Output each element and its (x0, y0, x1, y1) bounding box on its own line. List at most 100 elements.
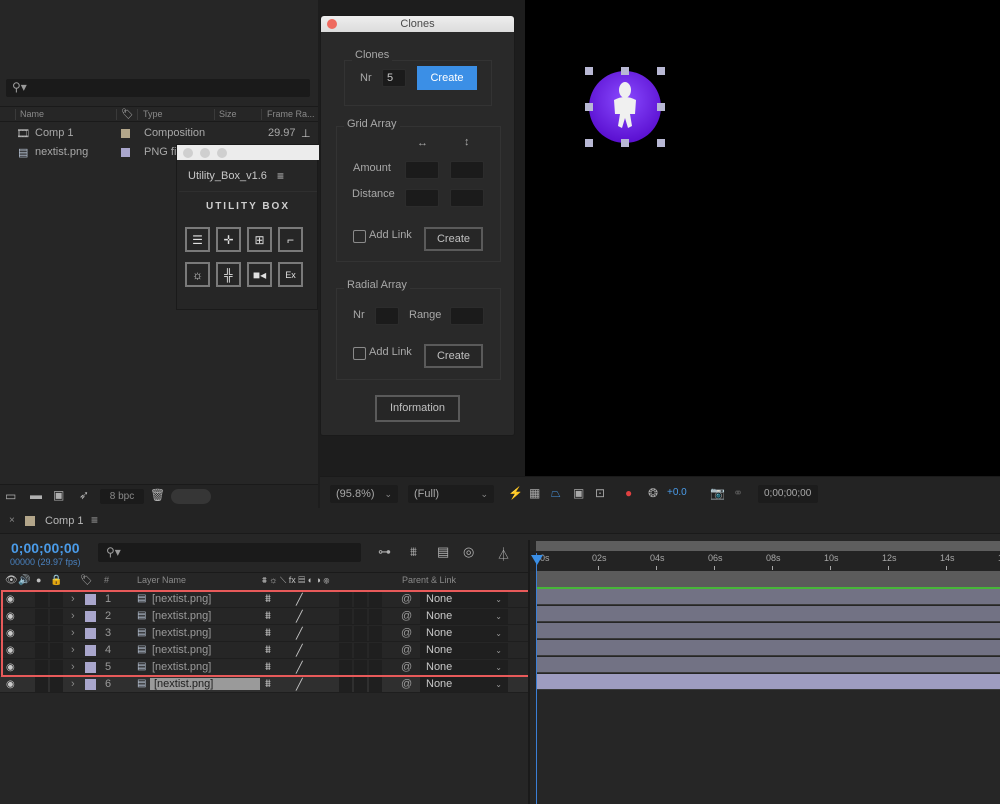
transform-handle[interactable] (585, 67, 593, 75)
layer-duration-bar[interactable] (536, 589, 1000, 605)
solo-toggle[interactable] (35, 677, 48, 692)
quality-switch-icon[interactable]: ╱ (296, 678, 303, 691)
solo-icon[interactable]: ● (36, 575, 41, 585)
close-button[interactable] (183, 148, 193, 158)
color-management-icon[interactable]: ❂ (648, 486, 658, 500)
interpret-footage-icon[interactable]: ▭ (5, 489, 16, 503)
close-icon[interactable]: × (9, 515, 15, 526)
project-search-input[interactable]: ⚲▾ (6, 79, 310, 97)
layer-duration-bar[interactable] (536, 623, 1000, 639)
layer-label-swatch[interactable] (85, 679, 96, 690)
layer-duration-bar[interactable] (536, 657, 1000, 673)
amount-vertical-input[interactable] (450, 161, 484, 179)
thumbnail-size-slider[interactable] (171, 489, 211, 504)
clones-nr-input[interactable]: 5 (382, 69, 406, 87)
shy-layers-icon[interactable]: ⩩ (410, 544, 417, 560)
layer-row[interactable]: ◉ › 6 ▤ [nextist.png] ⩩ ╱ @ None ⌄ (0, 676, 528, 693)
transform-handle[interactable] (585, 103, 593, 111)
radial-nr-input[interactable] (375, 307, 399, 325)
grid-create-button[interactable]: Create (424, 227, 483, 251)
zoom-button[interactable] (217, 148, 227, 158)
snapshot-icon[interactable]: 📷 (710, 486, 725, 500)
grid-icon[interactable]: ⊞ (247, 227, 272, 252)
lock-icon[interactable]: 🔒 (50, 575, 62, 586)
fast-previews-icon[interactable]: ⚡ (508, 486, 523, 500)
distance-horizontal-input[interactable] (405, 189, 439, 207)
work-area-bar[interactable] (536, 541, 1000, 551)
frame-blending-icon[interactable]: ▤ (437, 544, 449, 560)
tab-comp-1[interactable]: Comp 1 (45, 515, 84, 527)
clones-titlebar[interactable]: Clones (321, 16, 514, 32)
grid-guides-icon[interactable]: ⊡ (595, 486, 605, 500)
label-swatch[interactable] (121, 148, 130, 157)
resolution-select[interactable]: (Full) ⌄ (408, 485, 494, 503)
transform-handle[interactable] (657, 67, 665, 75)
transform-handle[interactable] (585, 139, 593, 147)
column-type[interactable]: Type (143, 109, 163, 119)
motion-blur-icon[interactable]: ◎ (463, 544, 474, 560)
bit-depth-button[interactable]: 8 bpc (100, 489, 144, 504)
anchor-point-icon[interactable]: ✛ (216, 227, 241, 252)
current-time-indicator[interactable] (536, 553, 537, 804)
column-parent-link[interactable]: Parent & Link (402, 575, 456, 585)
distance-vertical-input[interactable] (450, 189, 484, 207)
flowchart-icon[interactable]: ⊥ (301, 127, 311, 140)
render-queue-icon[interactable]: ➶ (79, 488, 89, 502)
chevron-right-icon[interactable]: › (71, 678, 75, 690)
layer-duration-bar[interactable] (536, 640, 1000, 656)
panel-menu-icon[interactable]: ≡ (91, 513, 98, 527)
connect-icon[interactable]: ⌐ (278, 227, 303, 252)
region-of-interest-icon[interactable]: ▣ (573, 486, 584, 500)
mask-visibility-icon[interactable]: ⏢ (551, 486, 561, 501)
lock-toggle[interactable] (50, 677, 63, 692)
column-layer-name[interactable]: Layer Name (137, 575, 186, 585)
layer-duration-bar[interactable] (536, 606, 1000, 622)
trash-icon[interactable]: 🗑 (150, 488, 165, 502)
expression-icon[interactable]: Ex (278, 262, 303, 287)
exposure-value[interactable]: +0.0 (667, 487, 687, 498)
transform-handle[interactable] (657, 103, 665, 111)
information-button[interactable]: Information (375, 395, 460, 422)
project-item[interactable]: 🎞 Comp 1 Composition 29.97 ⊥ (0, 124, 318, 143)
distribute-icon[interactable]: ╬ (216, 262, 241, 287)
utility-titlebar[interactable] (177, 145, 319, 160)
label-tag-icon[interactable]: 🏷 (80, 575, 93, 586)
column-name[interactable]: Name (20, 109, 44, 119)
radial-create-button[interactable]: Create (424, 344, 483, 368)
switch-box[interactable] (339, 677, 352, 692)
shy-switch-icon[interactable]: ⩩ (265, 678, 271, 691)
column-frame-rate[interactable]: Frame Ra... (267, 109, 315, 119)
eye-icon[interactable]: ◉ (6, 679, 15, 690)
label-tag-icon[interactable]: 🏷 (121, 109, 134, 120)
layer-thumbnail[interactable] (588, 70, 662, 144)
timecode-display[interactable]: 0;00;00;00 (758, 485, 818, 503)
composition-flowchart-icon[interactable]: ⊶ (378, 544, 391, 560)
transform-handle[interactable] (621, 139, 629, 147)
minimize-button[interactable] (200, 148, 210, 158)
light-icon[interactable]: ☼ (185, 262, 210, 287)
camera-icon[interactable]: ■◂ (247, 262, 272, 287)
pick-whip-icon[interactable]: @ (401, 678, 412, 690)
switch-box[interactable] (369, 677, 382, 692)
align-icon[interactable]: ☰ (185, 227, 210, 252)
label-swatch[interactable] (121, 129, 130, 138)
layer-name[interactable]: [nextist.png] (150, 678, 260, 690)
playhead-handle[interactable] (531, 555, 543, 565)
time-ruler[interactable]: 0s02s04s06s08s10s12s14s16 (530, 551, 1000, 571)
create-clones-button[interactable]: Create (417, 66, 477, 90)
switch-box[interactable] (354, 677, 367, 692)
new-folder-icon[interactable]: ▬ (30, 488, 42, 502)
magnification-select[interactable]: (95.8%) ⌄ (330, 485, 398, 503)
channel-icon[interactable]: ● (625, 486, 632, 500)
panel-menu-icon[interactable]: ≡ (277, 169, 284, 183)
audio-toggle-icon[interactable]: 🔊 (18, 575, 30, 586)
grid-add-link-checkbox[interactable] (353, 230, 366, 243)
parent-select[interactable]: None ⌄ (420, 677, 508, 692)
layer-duration-bar[interactable] (536, 674, 1000, 690)
transparency-grid-icon[interactable]: ▦ (529, 486, 540, 500)
amount-horizontal-input[interactable] (405, 161, 439, 179)
transform-handle[interactable] (621, 67, 629, 75)
graph-editor-icon[interactable]: ⏃ (497, 544, 510, 563)
layer-search-input[interactable]: ⚲▾ (98, 543, 361, 562)
transform-handle[interactable] (657, 139, 665, 147)
